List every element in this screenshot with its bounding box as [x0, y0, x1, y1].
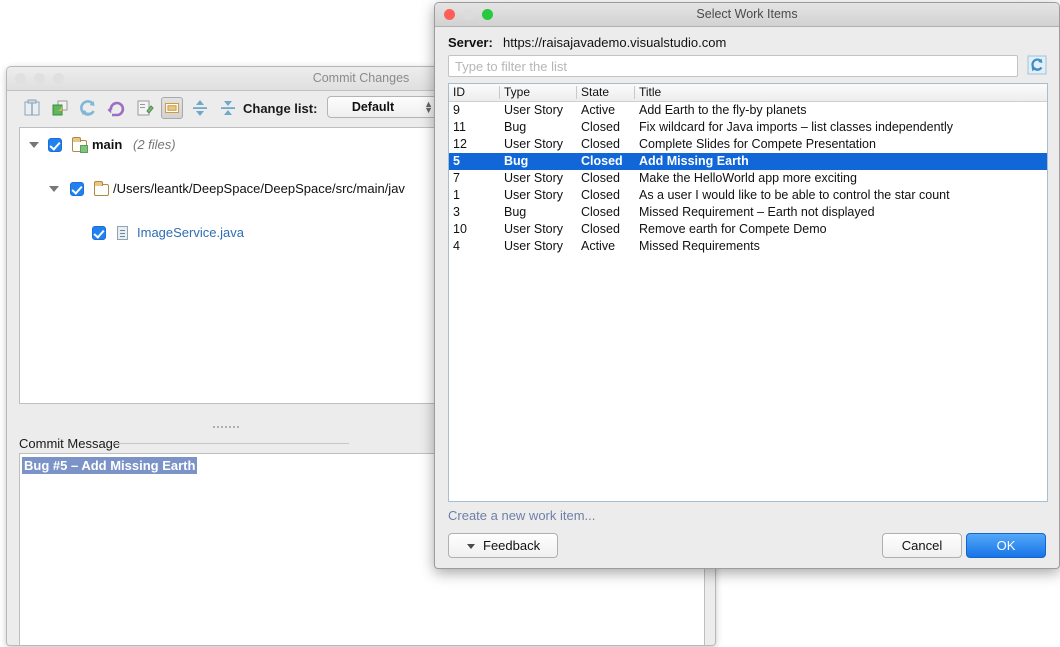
- cell-title: Fix wildcard for Java imports – list cla…: [639, 120, 953, 134]
- chevron-down-icon[interactable]: [29, 142, 39, 148]
- cell-type: Bug: [504, 154, 528, 168]
- cell-type: User Story: [504, 239, 563, 253]
- cell-id: 5: [453, 154, 460, 168]
- table-row[interactable]: 7 User Story Closed Make the HelloWorld …: [449, 170, 1047, 187]
- chevron-down-icon: [467, 544, 475, 549]
- edit-source-icon[interactable]: [133, 97, 155, 119]
- revert-icon[interactable]: [21, 97, 43, 119]
- feedback-button-label: Feedback: [483, 534, 540, 558]
- cell-type: User Story: [504, 103, 563, 117]
- cell-type: User Story: [504, 222, 563, 236]
- column-header-type[interactable]: Type: [504, 85, 530, 99]
- cell-title: Add Earth to the fly-by planets: [639, 103, 806, 117]
- checkbox[interactable]: [70, 182, 84, 196]
- ok-button[interactable]: OK: [966, 533, 1046, 558]
- cell-id: 7: [453, 171, 460, 185]
- feedback-button[interactable]: Feedback: [448, 533, 558, 558]
- chevron-down-icon[interactable]: [49, 186, 59, 192]
- collapse-all-icon[interactable]: [217, 97, 239, 119]
- chevron-updown-icon: ▲▼: [424, 101, 433, 113]
- cell-state: Closed: [581, 205, 620, 219]
- column-header-id[interactable]: ID: [453, 85, 465, 99]
- show-diff-icon[interactable]: [49, 97, 71, 119]
- tree-node-label: main: [92, 137, 122, 152]
- table-row[interactable]: 4 User Story Active Missed Requirements: [449, 238, 1047, 255]
- column-header-title[interactable]: Title: [639, 85, 661, 99]
- table-row[interactable]: 10 User Story Closed Remove earth for Co…: [449, 221, 1047, 238]
- cell-title: Add Missing Earth: [639, 154, 749, 168]
- cell-id: 10: [453, 222, 467, 236]
- work-items-header: ID Type State Title: [449, 84, 1047, 102]
- cell-id: 4: [453, 239, 460, 253]
- cell-state: Closed: [581, 222, 620, 236]
- rollback-icon[interactable]: [105, 97, 127, 119]
- cell-title: Make the HelloWorld app more exciting: [639, 171, 857, 185]
- dialog-titlebar[interactable]: Select Work Items: [435, 3, 1059, 27]
- column-header-state[interactable]: State: [581, 85, 609, 99]
- cell-type: Bug: [504, 205, 526, 219]
- expand-all-icon[interactable]: [189, 97, 211, 119]
- cell-type: Bug: [504, 120, 526, 134]
- cell-id: 3: [453, 205, 460, 219]
- cell-id: 1: [453, 188, 460, 202]
- group-by-directory-icon[interactable]: [161, 97, 183, 119]
- table-row[interactable]: 3 Bug Closed Missed Requirement – Earth …: [449, 204, 1047, 221]
- cell-title: Missed Requirements: [639, 239, 760, 253]
- folder-icon: [94, 184, 109, 196]
- commit-message-label: Commit Message: [19, 436, 120, 451]
- server-url: https://raisajavademo.visualstudio.com: [503, 35, 726, 50]
- cell-id: 11: [453, 120, 466, 134]
- cell-type: User Story: [504, 137, 563, 151]
- cell-title: Complete Slides for Compete Presentation: [639, 137, 876, 151]
- cell-id: 9: [453, 103, 460, 117]
- checkbox[interactable]: [48, 138, 62, 152]
- cell-state: Closed: [581, 171, 620, 185]
- cell-title: Missed Requirement – Earth not displayed: [639, 205, 875, 219]
- cell-state: Closed: [581, 137, 620, 151]
- table-row[interactable]: 1 User Story Closed As a user I would li…: [449, 187, 1047, 204]
- checkbox[interactable]: [92, 226, 106, 240]
- work-items-list[interactable]: ID Type State Title 9 User Story Active …: [448, 83, 1048, 502]
- commit-message-value: Bug #5 – Add Missing Earth: [22, 457, 197, 474]
- screen: Commit Changes: [0, 0, 1060, 647]
- server-label: Server:: [448, 35, 493, 50]
- table-row[interactable]: 9 User Story Active Add Earth to the fly…: [449, 102, 1047, 119]
- cell-state: Active: [581, 239, 615, 253]
- cell-state: Closed: [581, 154, 623, 168]
- table-row-selected[interactable]: 5 Bug Closed Add Missing Earth: [449, 153, 1047, 170]
- select-work-items-dialog: Select Work Items Server: https://raisaj…: [434, 2, 1060, 569]
- refresh-icon[interactable]: [1027, 55, 1047, 75]
- tree-node-label: /Users/leantk/DeepSpace/DeepSpace/src/ma…: [113, 181, 405, 196]
- cell-title: As a user I would like to be able to con…: [639, 188, 950, 202]
- changelist-value: Default: [328, 100, 418, 114]
- cell-type: User Story: [504, 171, 563, 185]
- create-work-item-link[interactable]: Create a new work item...: [448, 508, 595, 523]
- filter-input[interactable]: [448, 55, 1018, 77]
- folder-green-icon: [72, 140, 87, 152]
- cell-type: User Story: [504, 188, 563, 202]
- cancel-button[interactable]: Cancel: [882, 533, 962, 558]
- dialog-title: Select Work Items: [435, 7, 1059, 21]
- refresh-icon[interactable]: [77, 97, 99, 119]
- cell-id: 12: [453, 137, 467, 151]
- changelist-dropdown[interactable]: Default ▲▼: [327, 96, 439, 118]
- table-row[interactable]: 11 Bug Closed Fix wildcard for Java impo…: [449, 119, 1047, 136]
- splitter-grip[interactable]: [212, 425, 240, 430]
- tree-node-label: ImageService.java: [137, 225, 244, 240]
- divider: [114, 443, 349, 444]
- cell-state: Closed: [581, 120, 620, 134]
- cell-title: Remove earth for Compete Demo: [639, 222, 827, 236]
- java-file-icon: [117, 226, 128, 240]
- table-row[interactable]: 12 User Story Closed Complete Slides for…: [449, 136, 1047, 153]
- tree-node-meta: (2 files): [133, 137, 176, 152]
- cell-state: Closed: [581, 188, 620, 202]
- cell-state: Active: [581, 103, 615, 117]
- changelist-label: Change list:: [243, 101, 317, 116]
